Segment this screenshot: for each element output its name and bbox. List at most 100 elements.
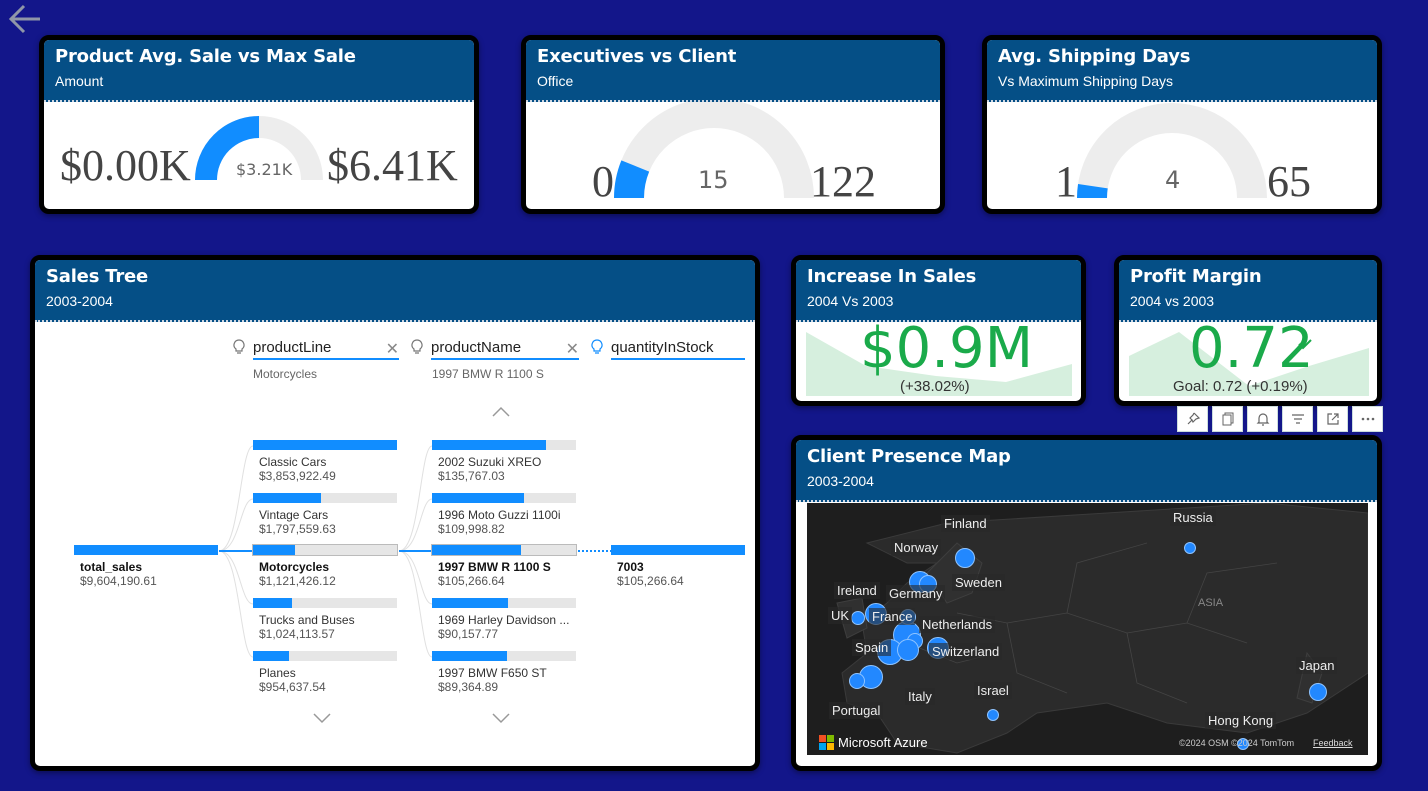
kpi-card-increase-sales[interactable]: Increase In Sales 2004 Vs 2003 $0.9M (+3…	[791, 255, 1086, 406]
alert-bell-icon[interactable]	[1247, 406, 1278, 432]
client-map-card[interactable]: Client Presence Map 2003-2004 Finland Ru…	[791, 435, 1382, 771]
checkmark-icon	[1297, 337, 1313, 356]
client-location-dot[interactable]	[1184, 542, 1196, 554]
copy-icon[interactable]	[1212, 406, 1243, 432]
card-subtitle: 2003-2004	[807, 473, 874, 489]
tree-node-productline-selected[interactable]: Motorcycles $1,121,426.12	[252, 544, 398, 588]
map-label: Netherlands	[919, 616, 996, 633]
node-value: $135,767.03	[438, 469, 505, 483]
map-feedback-link[interactable]: Feedback	[1313, 738, 1353, 748]
node-label: 1997 BMW R 1100 S	[438, 560, 551, 574]
client-location-dot[interactable]	[897, 639, 919, 661]
gauge-value: 15	[698, 166, 729, 194]
map-label: Switzerland	[929, 643, 1003, 660]
card-title: Client Presence Map	[807, 446, 1011, 467]
node-label: Vintage Cars	[259, 508, 329, 522]
back-arrow-icon[interactable]	[8, 2, 44, 36]
node-label: Classic Cars	[259, 455, 327, 469]
map-label: Japan	[1296, 657, 1338, 674]
microsoft-logo-icon	[819, 735, 834, 750]
visual-toolbar	[1177, 406, 1383, 432]
map-label: Sweden	[952, 574, 1005, 591]
gauge-min: $0.00K	[60, 141, 191, 190]
node-label: 2002 Suzuki XREO	[438, 455, 542, 469]
gauge-value: $3.21K	[236, 160, 293, 179]
node-value: $1,121,426.12	[259, 574, 336, 588]
kpi-detail: (+38.02%)	[900, 378, 970, 395]
tree-node-productname[interactable]: 1996 Moto Guzzi 1100i $109,998.82	[432, 493, 576, 536]
gauge-min: 0	[592, 157, 614, 206]
client-location-dot[interactable]	[955, 548, 975, 568]
node-label: Motorcycles	[259, 560, 330, 574]
node-label: Planes	[259, 666, 296, 680]
azure-logo: Microsoft Azure	[819, 735, 928, 750]
kpi-value: 0.72	[1189, 316, 1314, 381]
client-location-dot[interactable]	[851, 611, 865, 625]
node-label: 1997 BMW F650 ST	[438, 666, 547, 680]
scroll-up-chevron-icon[interactable]	[491, 404, 511, 423]
client-location-dot[interactable]	[849, 673, 865, 689]
card-subtitle: Office	[537, 73, 574, 89]
map-label: Portugal	[829, 702, 884, 719]
map-label: Italy	[905, 688, 935, 705]
map-label: Russia	[1170, 509, 1216, 526]
gauge-card-shipping[interactable]: Avg. Shipping Days Vs Maximum Shipping D…	[982, 35, 1382, 214]
map-canvas[interactable]: Finland Russia Norway Sweden Ireland Ger…	[807, 503, 1368, 755]
kpi-value: $0.9M	[860, 316, 1034, 381]
tree-node-productname[interactable]: 1969 Harley Davidson ... $90,157.77	[432, 598, 576, 641]
card-title: Profit Margin	[1130, 266, 1262, 287]
node-value: $3,853,922.49	[259, 469, 336, 483]
gauge-card-executives[interactable]: Executives vs Client Office 0 15 122	[521, 35, 945, 214]
node-value: $89,364.89	[438, 680, 499, 694]
node-value: $105,266.64	[438, 574, 505, 588]
tree-node-productline[interactable]: Planes $954,637.54	[253, 651, 397, 694]
node-label: total_sales	[80, 560, 143, 574]
more-options-icon[interactable]	[1352, 406, 1383, 432]
card-subtitle: Vs Maximum Shipping Days	[998, 73, 1174, 89]
gauge-value: 4	[1165, 166, 1181, 194]
tree-node-productname-selected[interactable]: 1997 BMW R 1100 S $105,266.64	[431, 544, 577, 588]
node-value: $954,637.54	[259, 680, 326, 694]
scroll-down-chevron-icon[interactable]	[491, 712, 511, 731]
node-value: $1,024,113.57	[259, 627, 335, 641]
tree-node-root[interactable]: total_sales $9,604,190.61	[74, 545, 218, 588]
scroll-down-chevron-icon[interactable]	[312, 712, 332, 731]
kpi-card-profit-margin[interactable]: Profit Margin 2004 vs 2003 0.72 Goal: 0.…	[1114, 255, 1382, 406]
node-value: $109,998.82	[438, 522, 505, 536]
card-title: Increase In Sales	[807, 266, 977, 287]
node-value: $90,157.77	[438, 627, 499, 641]
gauge-max: $6.41K	[327, 141, 458, 190]
node-label: 1996 Moto Guzzi 1100i	[438, 508, 561, 522]
tree-node-productname[interactable]: 1997 BMW F650 ST $89,364.89	[432, 651, 576, 694]
card-subtitle: Amount	[55, 73, 104, 89]
map-label: Ireland	[834, 582, 880, 599]
tree-node-productline[interactable]: Classic Cars $3,853,922.49	[253, 440, 397, 483]
map-label: Norway	[891, 539, 942, 556]
map-label: France	[869, 608, 916, 625]
gauge-card-product-sale[interactable]: Product Avg. Sale vs Max Sale Amount $0.…	[39, 35, 479, 214]
node-label: Trucks and Buses	[259, 613, 355, 627]
map-label: Spain	[852, 639, 892, 656]
tree-node-productline[interactable]: Trucks and Buses $1,024,113.57	[253, 598, 397, 641]
card-title: Executives vs Client	[537, 46, 737, 67]
node-label: 7003	[617, 560, 644, 574]
gauge-min: 1	[1055, 157, 1077, 206]
client-location-dot[interactable]	[1309, 683, 1327, 701]
sales-tree-card[interactable]: Sales Tree 2003-2004 productLine ✕ Motor…	[30, 255, 760, 771]
tree-node-stock[interactable]: 7003 $105,266.64	[611, 545, 745, 588]
node-value: $1,797,559.63	[259, 522, 336, 536]
map-label: Hong Kong	[1205, 712, 1277, 729]
card-title: Avg. Shipping Days	[998, 46, 1191, 67]
gauge-max: 122	[810, 157, 876, 206]
node-value: $9,604,190.61	[80, 574, 157, 588]
tree-node-productname[interactable]: 2002 Suzuki XREO $135,767.03	[432, 440, 576, 483]
tree-node-productline[interactable]: Vintage Cars $1,797,559.63	[253, 493, 397, 536]
map-label: UK	[828, 607, 853, 624]
client-location-dot[interactable]	[987, 709, 999, 721]
filter-icon[interactable]	[1282, 406, 1313, 432]
azure-brand-text: Microsoft Azure	[838, 735, 928, 750]
pin-icon[interactable]	[1177, 406, 1208, 432]
node-value: $105,266.64	[617, 574, 684, 588]
card-title: Product Avg. Sale vs Max Sale	[55, 46, 356, 67]
focus-mode-icon[interactable]	[1317, 406, 1348, 432]
